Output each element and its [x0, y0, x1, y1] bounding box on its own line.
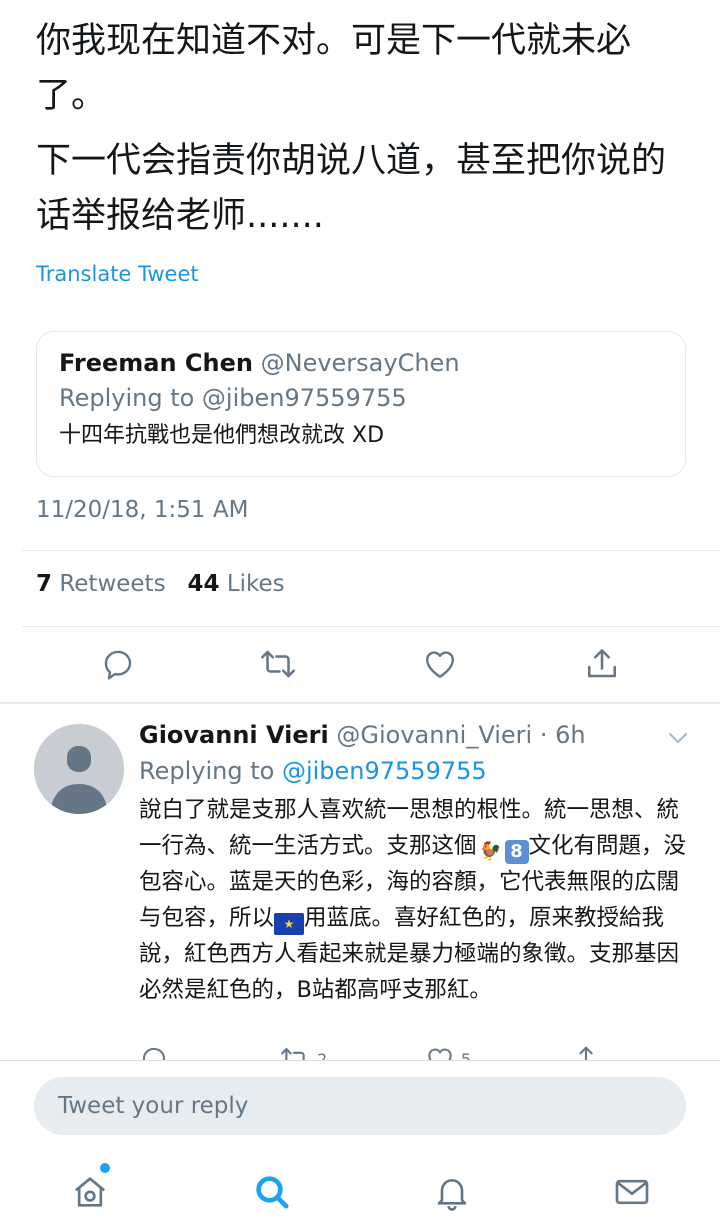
default-avatar-icon — [34, 724, 124, 814]
heart-icon — [426, 651, 454, 678]
tweet-timestamp: 11/20/18, 1:51 AM — [36, 497, 249, 523]
rooster-emoji-icon: 🐓 — [479, 841, 502, 862]
retweet-icon — [281, 1048, 305, 1060]
divider — [22, 550, 720, 551]
retweets-count: 7 — [36, 571, 53, 597]
share-icon — [587, 649, 617, 678]
reply-icon — [142, 1047, 165, 1060]
reply-retweet-count: 2 — [317, 1049, 328, 1061]
tweet-actions — [0, 640, 720, 690]
tweet-text-line1: 你我现在知道不对。可是下一代就未必了。 — [36, 21, 632, 116]
share-button[interactable] — [582, 640, 622, 688]
quoted-tweet-author-handle: @NeversayChen — [260, 349, 460, 377]
avatar[interactable] — [34, 724, 124, 814]
quoted-tweet-author-name: Freeman Chen — [59, 349, 253, 377]
reply-replying-to: Replying to @jiben97559755 — [139, 754, 487, 788]
retweets-label: Retweets — [59, 571, 166, 597]
reply-button[interactable] — [98, 640, 138, 688]
tab-messages[interactable] — [608, 1168, 656, 1216]
reply-like-button[interactable]: 5 — [425, 1044, 471, 1060]
tweet-text: 你我现在知道不对。可是下一代就未必了。 下一代会指责你胡说八道，甚至把你说的话举… — [36, 14, 696, 254]
search-icon — [256, 1176, 289, 1209]
eu-flag-emoji-icon: ★ — [274, 913, 305, 935]
replying-to-handle-link[interactable]: @jiben97559755 — [282, 757, 487, 785]
reply-retweet-button[interactable]: 2 — [279, 1044, 327, 1060]
likes-count: 44 — [187, 571, 220, 597]
divider — [22, 626, 720, 627]
reply-header: Giovanni Vieri @Giovanni_Vieri · 6h — [139, 718, 586, 752]
reply-share-button[interactable] — [571, 1044, 601, 1060]
tab-home[interactable] — [66, 1168, 114, 1216]
home-notification-dot — [100, 1163, 110, 1173]
quoted-tweet-text: 十四年抗戰也是他們想改就改 XD — [59, 423, 385, 448]
like-button[interactable] — [420, 640, 460, 688]
retweets-stat[interactable]: 7 Retweets — [36, 571, 166, 597]
reply-text: 說白了就是支那人喜欢統一思想的根性。統一思想、統一行為、統一生活方式。支那这個 🐓… — [139, 792, 687, 1008]
reply-reply-button[interactable] — [139, 1044, 169, 1060]
tweet-stats: 7 Retweets 44 Likes — [36, 571, 285, 597]
quoted-tweet-replying-to: Replying to @jiben97559755 — [59, 384, 407, 412]
reply-icon — [104, 650, 132, 680]
chevron-down-icon[interactable] — [666, 728, 690, 748]
retweet-button[interactable] — [258, 640, 298, 688]
quoted-tweet-card[interactable]: Freeman Chen @NeversayChen Replying to @… — [36, 331, 686, 477]
replying-to-label: Replying to — [139, 757, 275, 785]
quoted-tweet-header: Freeman Chen @NeversayChen — [59, 346, 663, 380]
reply-author-name[interactable]: Giovanni Vieri — [139, 721, 329, 749]
likes-stat[interactable]: 44 Likes — [188, 571, 285, 597]
translate-tweet-link[interactable]: Translate Tweet — [36, 262, 199, 286]
reply-like-count: 5 — [461, 1049, 472, 1061]
bell-icon — [437, 1179, 467, 1211]
heart-icon — [428, 1048, 452, 1060]
tweet-text-line2: 下一代会指责你胡说八道，甚至把你说的话举报给老师....... — [36, 141, 667, 236]
reply-actions: 2 5 — [139, 1044, 699, 1060]
tweet-reply-input[interactable]: Tweet your reply — [34, 1077, 686, 1135]
reply-author-handle-time: @Giovanni_Vieri · 6h — [336, 721, 586, 749]
keycap-eight-emoji-icon: 8 — [504, 840, 529, 864]
reply-tweet[interactable]: Giovanni Vieri @Giovanni_Vieri · 6h Repl… — [0, 704, 720, 1060]
mail-icon — [615, 1179, 649, 1205]
retweet-icon — [260, 650, 296, 678]
likes-label: Likes — [226, 571, 285, 597]
compose-bar: Tweet your reply — [0, 1060, 720, 1156]
tab-notifications[interactable] — [428, 1168, 476, 1216]
tab-search[interactable] — [248, 1168, 296, 1216]
home-icon — [74, 1177, 106, 1207]
share-icon — [579, 1046, 593, 1060]
